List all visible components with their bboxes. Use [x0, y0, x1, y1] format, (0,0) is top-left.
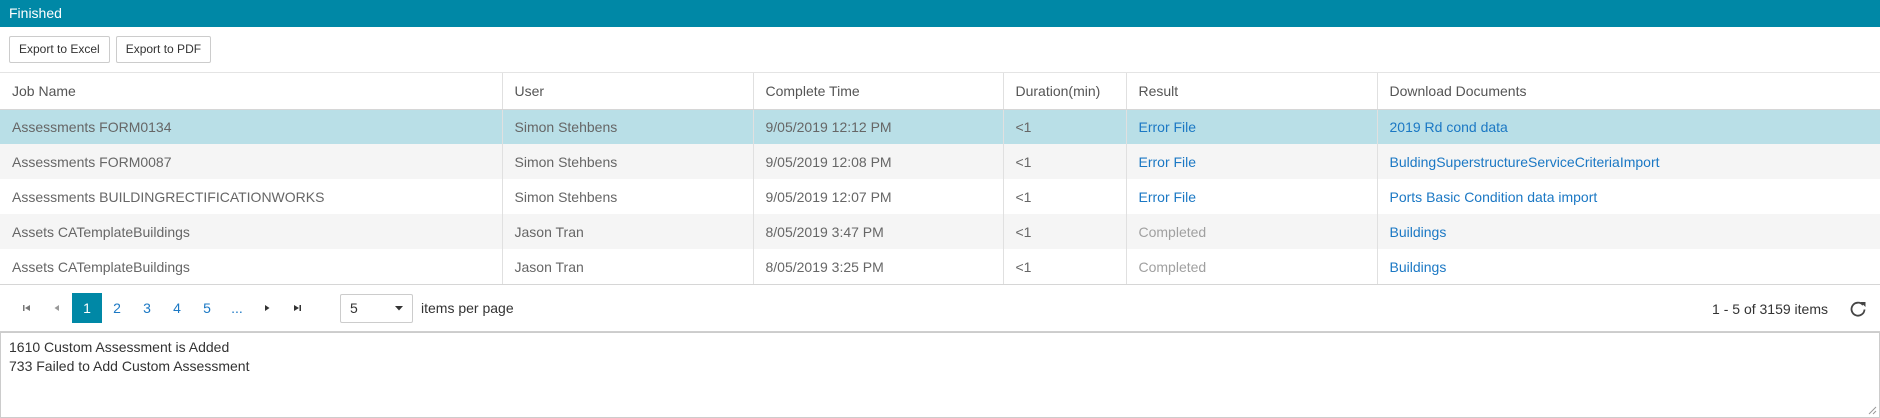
chevron-down-icon	[395, 306, 403, 311]
resize-grip-icon[interactable]	[1867, 405, 1877, 415]
user-cell: Simon Stehbens	[501, 109, 753, 144]
column-header-user[interactable]: User	[501, 73, 753, 110]
page-size-value: 5	[350, 300, 358, 316]
previous-page-icon[interactable]	[42, 293, 72, 323]
pager-info: 1 - 5 of 3159 items	[1712, 301, 1828, 317]
error-file-link[interactable]: Error File	[1139, 154, 1197, 170]
user-cell: Simon Stehbens	[501, 144, 753, 179]
download-cell: 2019 Rd cond data	[1376, 109, 1880, 144]
items-per-page-label: items per page	[421, 300, 514, 316]
panel-title: Finished	[9, 5, 62, 21]
result-cell: Completed	[1125, 249, 1377, 284]
panel-header: Finished	[0, 0, 1880, 27]
result-cell: Completed	[1125, 214, 1377, 249]
page-1-button[interactable]: 1	[72, 293, 102, 323]
job-name-cell: Assessments BUILDINGRECTIFICATIONWORKS	[12, 188, 325, 205]
column-header-job-name[interactable]: Job Name	[0, 73, 502, 110]
jobs-grid: Job Name User Complete Time Duration(min…	[0, 73, 1880, 284]
download-cell: BuldingSuperstructureServiceCriteriaImpo…	[1376, 144, 1880, 179]
complete-time-cell: 8/05/2019 3:47 PM	[752, 214, 1003, 249]
result-cell: Error File	[1125, 179, 1377, 214]
page-4-button[interactable]: 4	[162, 293, 192, 323]
error-file-link[interactable]: Error File	[1139, 189, 1197, 205]
complete-time-cell: 8/05/2019 3:25 PM	[752, 249, 1003, 284]
column-header-duration[interactable]: Duration(min)	[1002, 73, 1126, 110]
complete-time-cell: 9/05/2019 12:08 PM	[752, 144, 1003, 179]
grid-header-row: Job Name User Complete Time Duration(min…	[0, 73, 1880, 110]
duration-cell: <1	[1002, 214, 1126, 249]
finished-jobs-panel: Finished Export to Excel Export to PDF J…	[0, 0, 1880, 418]
result-status: Completed	[1138, 223, 1207, 240]
table-row[interactable]: Assessments FORM0134 Simon Stehbens 9/05…	[0, 109, 1880, 144]
duration-cell: <1	[1002, 109, 1126, 144]
user-cell: Jason Tran	[501, 249, 753, 284]
user-cell: Simon Stehbens	[501, 179, 753, 214]
user-cell: Jason Tran	[501, 214, 753, 249]
column-header-download-documents[interactable]: Download Documents	[1376, 73, 1880, 110]
download-cell: Buildings	[1376, 249, 1880, 284]
import-log-textarea[interactable]: 1610 Custom Assessment is Added 733 Fail…	[0, 332, 1880, 418]
error-file-link[interactable]: Error File	[1139, 119, 1197, 135]
grid-pager: 1 2 3 4 5 ... 5 items per page 1 - 5 of …	[0, 284, 1880, 332]
export-excel-button[interactable]: Export to Excel	[9, 36, 110, 63]
job-name-cell: Assets CATemplateBuildings	[12, 258, 190, 275]
download-cell: Ports Basic Condition data import	[1376, 179, 1880, 214]
last-page-icon[interactable]	[282, 293, 312, 323]
document-link[interactable]: 2019 Rd cond data	[1390, 119, 1508, 135]
refresh-icon[interactable]	[1848, 299, 1868, 319]
duration-cell: <1	[1002, 144, 1126, 179]
table-row[interactable]: Assets CATemplateBuildings Jason Tran 8/…	[0, 214, 1880, 249]
page-5-button[interactable]: 5	[192, 293, 222, 323]
column-header-complete-time[interactable]: Complete Time	[752, 73, 1003, 110]
complete-time-cell: 9/05/2019 12:07 PM	[752, 179, 1003, 214]
export-pdf-button[interactable]: Export to PDF	[115, 36, 212, 63]
log-line: 733 Failed to Add Custom Assessment	[9, 358, 250, 374]
complete-time-cell: 9/05/2019 12:12 PM	[752, 109, 1003, 144]
more-pages-button[interactable]: ...	[222, 293, 252, 323]
job-name-cell: Assessments FORM0134	[0, 109, 502, 144]
page-2-button[interactable]: 2	[102, 293, 132, 323]
result-cell: Error File	[1125, 144, 1377, 179]
column-header-result[interactable]: Result	[1125, 73, 1377, 110]
document-link[interactable]: Ports Basic Condition data import	[1390, 189, 1598, 205]
document-link[interactable]: Buildings	[1390, 224, 1447, 240]
document-link[interactable]: BuldingSuperstructureServiceCriteriaImpo…	[1390, 154, 1660, 170]
log-line: 1610 Custom Assessment is Added	[9, 339, 230, 355]
result-cell: Error File	[1125, 109, 1377, 144]
duration-cell: <1	[1002, 179, 1126, 214]
job-name-cell: Assets CATemplateBuildings	[0, 214, 502, 249]
next-page-icon[interactable]	[252, 293, 282, 323]
export-toolbar: Export to Excel Export to PDF	[0, 27, 1880, 73]
page-3-button[interactable]: 3	[132, 293, 162, 323]
page-size-select[interactable]: 5	[340, 293, 413, 323]
result-status: Completed	[1138, 258, 1207, 275]
first-page-icon[interactable]	[12, 293, 42, 323]
download-cell: Buildings	[1376, 214, 1880, 249]
document-link[interactable]: Buildings	[1390, 259, 1447, 275]
duration-cell: <1	[1002, 249, 1126, 284]
table-row[interactable]: Assets CATemplateBuildings Jason Tran 8/…	[0, 249, 1880, 284]
job-name-cell: Assessments FORM0087	[0, 144, 502, 179]
table-row[interactable]: Assessments FORM0087 Simon Stehbens 9/05…	[0, 144, 1880, 179]
table-row[interactable]: Assessments BUILDINGRECTIFICATIONWORKS S…	[0, 179, 1880, 214]
